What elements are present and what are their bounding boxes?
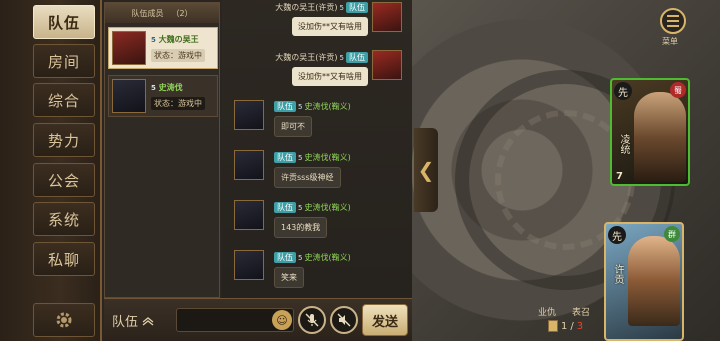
voice-mute-button[interactable] — [298, 306, 326, 334]
message-speaker: 大魏の吴王(许贡) — [275, 53, 338, 62]
speaker-off-button[interactable] — [330, 306, 358, 334]
team-member-header-label: 队伍成员 — [131, 8, 164, 18]
pile-current: 1 — [561, 320, 568, 332]
team-member-header: 队伍成员 （2） — [105, 3, 219, 23]
channel-selector[interactable]: 队伍 — [112, 311, 154, 330]
faction-badge: 蜀 — [670, 82, 686, 98]
hero-name: 凌统 — [618, 134, 629, 154]
gear-icon — [56, 312, 72, 328]
message-speaker: 史涛伐(鞠义) — [304, 153, 351, 162]
chat-message-area[interactable]: 大魏の吴王(许贡) 5 队伍 没加伤**又有啥用 大魏の吴王(许贡) 5 队伍 … — [222, 0, 412, 298]
pile-max: 3 — [576, 320, 584, 332]
channel-badge: 队伍 — [346, 2, 368, 13]
settings-button[interactable] — [33, 303, 95, 337]
emoji-icon[interactable]: ☺ — [272, 310, 292, 330]
tab-general[interactable]: 综合 — [33, 83, 95, 117]
first-move-badge: 先 — [614, 82, 632, 100]
hero-name: 许贡 — [612, 264, 623, 284]
chat-message: 队伍 5 史涛伐(鞠义) 即可不 — [274, 101, 351, 137]
message-speaker: 史涛伐(鞠义) — [304, 253, 351, 262]
tab-faction[interactable]: 势力 — [33, 123, 95, 157]
vip-badge: 5 — [151, 36, 156, 44]
team-member-item[interactable]: 5 大魏の吴王 状态：游戏中 — [108, 27, 218, 69]
channel-badge: 队伍 — [274, 152, 296, 163]
menu-icon — [667, 15, 679, 17]
tab-system[interactable]: 系统 — [33, 202, 95, 236]
hero-hp: 7 — [616, 171, 623, 182]
team-member-panel: 队伍成员 （2） 5 大魏の吴王 状态：游戏中 5 史涛伐 状态：游戏中 — [104, 2, 220, 298]
message-text: 没加伤**又有啥用 — [292, 67, 368, 86]
collapse-panel-button[interactable]: ❮ — [414, 128, 438, 212]
hero-portrait — [628, 236, 680, 326]
channel-label: 队伍 — [112, 315, 139, 330]
message-text: 143的教我 — [274, 217, 328, 238]
send-button[interactable]: 发送 — [362, 304, 408, 336]
double-chevron-up-icon — [142, 316, 154, 326]
first-move-badge: 先 — [608, 226, 626, 244]
vip-badge: 5 — [298, 153, 303, 162]
chat-message: 大魏の吴王(许贡) 5 队伍 没加伤**又有啥用 — [240, 2, 368, 36]
card-icon — [548, 320, 558, 332]
avatar — [112, 31, 146, 65]
chat-message: 队伍 5 史涛伐(鞠义) 许贡sss级神经 — [274, 152, 351, 188]
tab-team[interactable]: 队伍 — [33, 5, 95, 39]
pile-label: 表召 — [572, 308, 591, 318]
team-member-item[interactable]: 5 史涛伐 状态：游戏中 — [108, 75, 218, 117]
vip-badge: 5 — [298, 203, 303, 212]
pile-separator: / — [570, 320, 574, 332]
message-speaker: 大魏の吴王(许贡) — [275, 3, 338, 12]
channel-badge: 队伍 — [274, 202, 296, 213]
avatar — [372, 50, 402, 80]
hero-portrait — [634, 92, 686, 182]
vip-badge: 5 — [339, 53, 344, 62]
pile-labels: 业仇 表召 — [538, 305, 590, 318]
avatar — [372, 2, 402, 32]
message-speaker: 史涛伐(鞠义) — [304, 102, 351, 111]
member-status: 状态：游戏中 — [151, 97, 205, 110]
tab-private[interactable]: 私聊 — [33, 242, 95, 276]
faction-badge: 群 — [664, 226, 680, 242]
menu-label: 菜单 — [662, 37, 678, 46]
chevron-left-icon: ❮ — [417, 158, 435, 182]
chat-message: 队伍 5 史涛伐(鞠义) 143的教我 — [274, 202, 351, 238]
channel-badge: 队伍 — [274, 101, 296, 112]
avatar — [234, 100, 264, 130]
avatar — [234, 250, 264, 280]
message-text: 即可不 — [274, 116, 312, 137]
avatar — [234, 200, 264, 230]
message-text: 笑来 — [274, 267, 304, 288]
vip-badge: 5 — [298, 102, 303, 111]
channel-badge: 队伍 — [274, 252, 296, 263]
message-text: 许贡sss级神经 — [274, 167, 341, 188]
hero-card[interactable]: 先 蜀 凌统 7 — [610, 78, 690, 186]
chat-tab-column: 队伍 房间 综合 势力 公会 系统 私聊 — [0, 0, 102, 341]
chat-message: 队伍 5 史涛伐(鞠义) 笑来 — [274, 252, 351, 288]
avatar — [234, 150, 264, 180]
vip-badge: 5 — [298, 253, 303, 262]
channel-badge: 队伍 — [346, 52, 368, 63]
member-name: 大魏の吴王 — [158, 35, 199, 44]
message-text: 没加伤**又有啥用 — [292, 17, 368, 36]
hero-card[interactable]: 先 群 许贡 — [604, 222, 684, 341]
vip-badge: 5 — [151, 84, 156, 92]
avatar — [112, 79, 146, 113]
team-member-count: （2） — [171, 8, 193, 18]
pile-counter: 1 / 3 — [548, 320, 583, 332]
microphone-off-icon — [305, 313, 319, 327]
speaker-off-icon — [337, 313, 351, 327]
menu-button[interactable] — [660, 8, 686, 34]
pile-label: 业仇 — [538, 308, 557, 318]
vip-badge: 5 — [339, 3, 344, 12]
chat-message: 大魏の吴王(许贡) 5 队伍 没加伤**又有啥用 — [240, 52, 368, 86]
member-status: 状态：游戏中 — [151, 49, 205, 62]
tab-room[interactable]: 房间 — [33, 44, 95, 78]
member-name: 史涛伐 — [158, 83, 183, 92]
tab-guild[interactable]: 公会 — [33, 163, 95, 197]
message-speaker: 史涛伐(鞠义) — [304, 203, 351, 212]
chat-input-bar: 队伍 ☺ 发送 — [104, 298, 412, 341]
